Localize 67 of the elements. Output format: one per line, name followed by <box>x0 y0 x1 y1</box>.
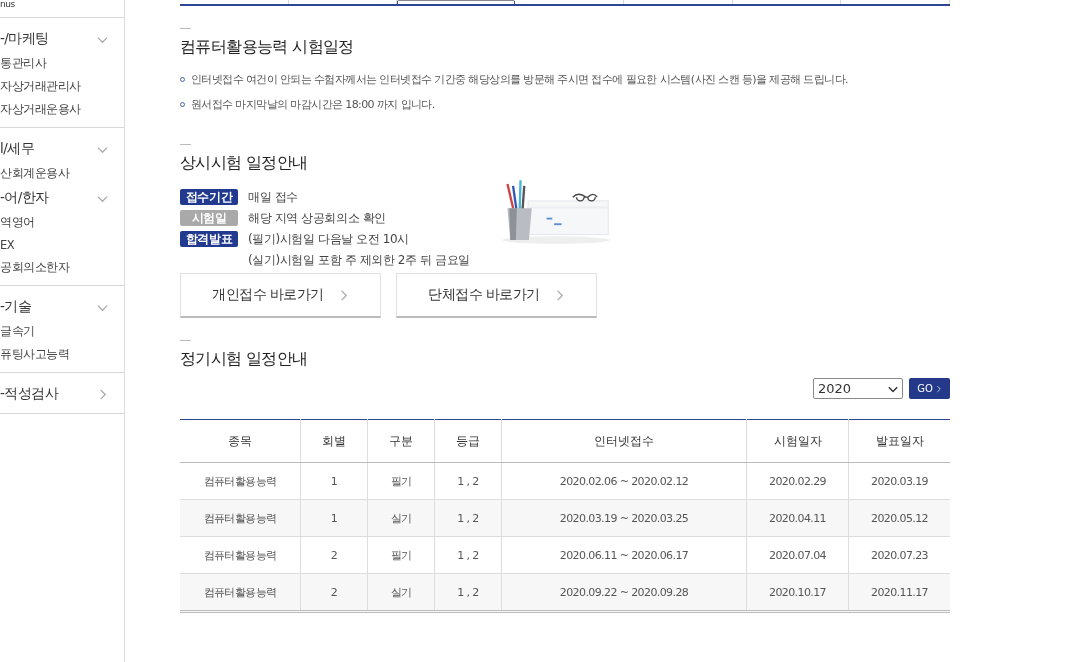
table-cell: 컴퓨터활용능력 <box>180 536 301 574</box>
shortcut-button[interactable]: 단체접수 바로가기 <box>396 273 597 318</box>
table-cell: 2020.03.19 ~ 2020.03.25 <box>501 499 747 537</box>
sidebar-item[interactable]: 퓨팅사고능력 <box>0 343 124 366</box>
sidebar-item[interactable]: 산회계운용사 <box>0 162 124 185</box>
info-text: (필기)시험일 다음날 오전 10시 <box>248 230 409 248</box>
label-badge: 접수기간 <box>180 189 238 205</box>
sidebar-item[interactable]: 역영어 <box>0 211 124 234</box>
column-header: 종목 <box>180 419 301 463</box>
table-cell: 2020.02.06 ~ 2020.02.12 <box>501 462 747 500</box>
label-badge: 시험일 <box>180 210 238 226</box>
table-cell: 필기 <box>367 536 435 574</box>
table-cell: 2020.07.04 <box>746 536 849 574</box>
table-cell: 2020.09.22 ~ 2020.09.28 <box>501 573 747 612</box>
table-cell: 1 <box>300 499 368 537</box>
table-cell: 2020.06.11 ~ 2020.06.17 <box>501 536 747 574</box>
table-cell: 2020.11.17 <box>848 573 950 612</box>
section-title: 컴퓨터활용능력 시험일정 <box>180 37 355 58</box>
table-cell: 2020.07.23 <box>848 536 950 574</box>
table-cell: 필기 <box>367 462 435 500</box>
sidebar-category[interactable]: -어/한자 <box>0 189 49 207</box>
year-select[interactable]: 2020 <box>813 378 903 399</box>
table-cell: 1 , 2 <box>434 499 502 537</box>
table-cell: 1 <box>300 462 368 500</box>
table-cell: 실기 <box>367 499 435 537</box>
table-cell: 1 , 2 <box>434 536 502 574</box>
table-cell: 2020.04.11 <box>746 499 849 537</box>
column-header: 발표일자 <box>848 419 950 463</box>
info-text: 매일 접수 <box>248 188 298 206</box>
table-cell: 2020.05.12 <box>848 499 950 537</box>
column-header: 시험일자 <box>746 419 849 463</box>
label-badge: 합격발표 <box>180 231 238 247</box>
column-header: 등급 <box>434 419 502 463</box>
section-title: 정기시험 일정안내 <box>180 349 309 370</box>
sidebar-category[interactable]: nus <box>0 0 15 9</box>
table-cell: 2020.02.29 <box>746 462 849 500</box>
table-cell: 2020.10.17 <box>746 573 849 612</box>
table-cell: 컴퓨터활용능력 <box>180 573 301 612</box>
sidebar-category[interactable]: l/세무 <box>0 140 35 158</box>
table-cell: 2020.03.19 <box>848 462 950 500</box>
sidebar-item[interactable]: 자상거래운용사 <box>0 98 124 121</box>
chevron-right-icon <box>934 384 942 393</box>
sidebar-item[interactable]: 자상거래관리사 <box>0 75 124 98</box>
table-cell: 2 <box>300 573 368 612</box>
column-header: 인터넷접수 <box>501 419 747 463</box>
sidebar-item[interactable]: 글속기 <box>0 320 124 343</box>
table-cell: 컴퓨터활용능력 <box>180 462 301 500</box>
sidebar-category[interactable]: -기술 <box>0 298 32 316</box>
note-text: 인터넷접수 여건이 안되는 수험자께서는 인터넷접수 기간중 해당상의를 방문해 주시면 접수에 필요한 시스템(사진 스캔 등)을 제공해 드립니다. <box>191 72 848 87</box>
column-header: 구분 <box>367 419 435 463</box>
table-cell: 실기 <box>367 573 435 612</box>
go-button[interactable]: GO <box>909 378 950 399</box>
sidebar-category[interactable]: -적성검사 <box>0 385 59 403</box>
table-cell: 2 <box>300 536 368 574</box>
sidebar-item[interactable]: 공회의소한자 <box>0 256 124 279</box>
sidebar-item[interactable]: EX <box>0 234 124 256</box>
info-text: (실기)시험일 포함 주 제외한 2주 뒤 금요일 <box>248 251 470 269</box>
note-text: 원서접수 마지막날의 마감시간은 18:00 까지 입니다. <box>191 97 435 112</box>
column-header: 회별 <box>300 419 368 463</box>
sidebar-item[interactable]: 통관리사 <box>0 52 124 75</box>
section-title: 상시시험 일정안내 <box>180 153 309 174</box>
table-cell: 1 , 2 <box>434 573 502 612</box>
info-text: 해당 지역 상공회의소 확인 <box>248 209 386 227</box>
sidebar-category[interactable]: -/마케팅 <box>0 30 49 48</box>
table-cell: 컴퓨터활용능력 <box>180 499 301 537</box>
table-cell: 1 , 2 <box>434 462 502 500</box>
shortcut-button[interactable]: 개인접수 바로가기 <box>180 273 381 318</box>
